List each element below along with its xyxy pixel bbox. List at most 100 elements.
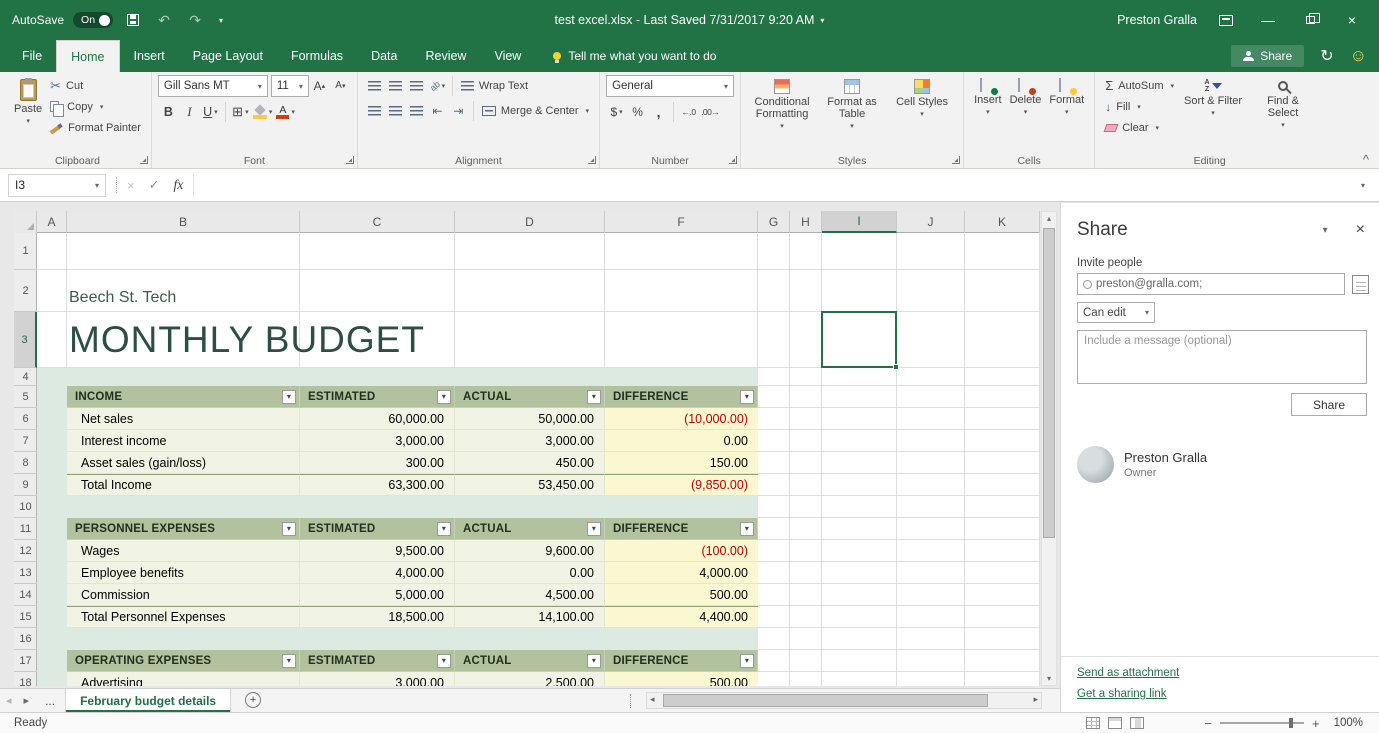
zoom-level-label[interactable]: 100%	[1334, 717, 1363, 729]
invite-email-input[interactable]: preston@gralla.com;	[1077, 273, 1345, 295]
row-header-18[interactable]: 18	[14, 672, 37, 686]
budget-actual-value[interactable]: 450.00	[455, 452, 605, 474]
align-bottom-button[interactable]	[406, 75, 427, 96]
share-submit-button[interactable]: Share	[1291, 393, 1367, 416]
row-header-10[interactable]: 10	[14, 496, 37, 518]
tell-me-box[interactable]: Tell me what you want to do	[553, 40, 716, 72]
table-header-cell[interactable]: ACTUAL▾	[455, 650, 605, 672]
cut-button[interactable]: ✂Cut	[46, 75, 145, 96]
align-top-button[interactable]	[364, 75, 385, 96]
filter-dropdown-button[interactable]: ▾	[587, 390, 601, 404]
budget-difference-value[interactable]: 0.00	[605, 430, 758, 452]
filter-dropdown-button[interactable]: ▾	[587, 522, 601, 536]
table-header-cell[interactable]: OPERATING EXPENSES▾	[67, 650, 300, 672]
row-header-13[interactable]: 13	[14, 562, 37, 584]
ribbon-tab-data[interactable]: Data	[357, 40, 411, 72]
budget-row-label[interactable]: Net sales	[67, 408, 300, 430]
column-header-K[interactable]: K	[965, 211, 1040, 233]
formula-input[interactable]	[193, 174, 1355, 197]
budget-row-label[interactable]: Total Personnel Expenses	[67, 606, 300, 628]
italic-button[interactable]: I	[179, 101, 200, 122]
row-header-3[interactable]: 3	[14, 312, 37, 368]
comma-style-button[interactable]: ,	[648, 101, 669, 122]
budget-row-label[interactable]: Interest income	[67, 430, 300, 452]
underline-button[interactable]: U▾	[200, 101, 221, 122]
save-button[interactable]	[122, 9, 144, 31]
budget-estimated-value[interactable]: 300.00	[300, 452, 455, 474]
budget-actual-value[interactable]: 0.00	[455, 562, 605, 584]
scroll-down-icon[interactable]: ▾	[1042, 674, 1056, 683]
address-book-button[interactable]	[1352, 275, 1369, 294]
filter-dropdown-button[interactable]: ▾	[740, 654, 754, 668]
column-header-D[interactable]: D	[455, 211, 605, 233]
row-header-9[interactable]: 9	[14, 474, 37, 496]
budget-estimated-value[interactable]: 9,500.00	[300, 540, 455, 562]
table-header-cell[interactable]: INCOME▾	[67, 386, 300, 408]
sheet-title[interactable]: MONTHLY BUDGET	[69, 312, 425, 368]
budget-difference-value[interactable]: (10,000.00)	[605, 408, 758, 430]
horizontal-scroll-thumb[interactable]	[663, 694, 988, 707]
budget-row-label[interactable]: Advertising	[67, 672, 300, 686]
table-header-cell[interactable]: ESTIMATED▾	[300, 518, 455, 540]
budget-estimated-value[interactable]: 3,000.00	[300, 672, 455, 686]
orientation-button[interactable]: ab▾	[427, 75, 448, 96]
message-input[interactable]: Include a message (optional)	[1077, 330, 1367, 384]
increase-font-size-button[interactable]: A▴	[309, 75, 330, 96]
row-header-17[interactable]: 17	[14, 650, 37, 672]
share-button[interactable]: Share	[1231, 45, 1304, 67]
autosum-button[interactable]: ΣAutoSum▾	[1101, 75, 1178, 96]
budget-estimated-value[interactable]: 18,500.00	[300, 606, 455, 628]
maximize-button[interactable]	[1297, 7, 1323, 33]
qat-customize-button[interactable]: ▾	[215, 9, 227, 31]
row-header-15[interactable]: 15	[14, 606, 37, 628]
new-sheet-button[interactable]: +	[245, 692, 261, 708]
grid-body[interactable]: Beech St. TechMONTHLY BUDGETINCOME▾ESTIM…	[14, 233, 1040, 686]
alignment-dialog-launcher[interactable]	[588, 156, 596, 164]
copy-button[interactable]: Copy▾	[46, 96, 145, 117]
sheet-tab-overflow[interactable]: ...	[35, 689, 65, 712]
decrease-indent-button[interactable]: ⇤	[427, 100, 448, 121]
redo-button[interactable]: ↷	[184, 9, 206, 31]
font-name-dropdown[interactable]: Gill Sans MT▾	[158, 75, 268, 97]
table-header-cell[interactable]: ESTIMATED▾	[300, 386, 455, 408]
fill-button[interactable]: ↓Fill▾	[1101, 96, 1178, 117]
feedback-smiley-button[interactable]: ☺	[1350, 46, 1367, 66]
align-middle-button[interactable]	[385, 75, 406, 96]
cell-styles-button[interactable]: Cell Styles ▾	[887, 75, 957, 118]
budget-row-label[interactable]: Total Income	[67, 474, 300, 496]
minimize-button[interactable]: —	[1255, 7, 1281, 33]
sheet-tab-february-budget-details[interactable]: February budget details	[65, 689, 231, 712]
filter-dropdown-button[interactable]: ▾	[740, 390, 754, 404]
budget-difference-value[interactable]: 500.00	[605, 672, 758, 686]
filter-dropdown-button[interactable]: ▾	[437, 390, 451, 404]
column-header-F[interactable]: F	[605, 211, 758, 233]
scroll-up-icon[interactable]: ▴	[1042, 214, 1056, 223]
ribbon-tab-insert[interactable]: Insert	[120, 40, 179, 72]
formula-bar-expand-icon[interactable]: ▾	[1361, 181, 1365, 190]
filter-dropdown-button[interactable]: ▾	[282, 654, 296, 668]
horizontal-scrollbar[interactable]: ◂ ▸	[646, 692, 1042, 709]
insert-cells-button[interactable]: Insert ▾	[970, 75, 1006, 116]
conditional-formatting-button[interactable]: Conditional Formatting ▾	[747, 75, 817, 130]
row-header-2[interactable]: 2	[14, 270, 37, 312]
row-header-1[interactable]: 1	[14, 233, 37, 270]
table-header-cell[interactable]: DIFFERENCE▾	[605, 386, 758, 408]
number-format-dropdown[interactable]: General▾	[606, 75, 734, 97]
zoom-in-button[interactable]: +	[1312, 716, 1320, 731]
sort-filter-button[interactable]: AZ Sort & Filter ▾	[1178, 75, 1248, 117]
increase-decimal-button[interactable]: ←.0	[678, 101, 699, 122]
cancel-entry-button[interactable]: ×	[127, 178, 135, 193]
row-header-6[interactable]: 6	[14, 408, 37, 430]
align-center-button[interactable]	[385, 100, 406, 121]
send-as-attachment-link[interactable]: Send as attachment	[1077, 667, 1363, 679]
number-dialog-launcher[interactable]	[729, 156, 737, 164]
table-header-cell[interactable]: DIFFERENCE▾	[605, 650, 758, 672]
zoom-slider-thumb[interactable]	[1289, 718, 1293, 728]
budget-actual-value[interactable]: 50,000.00	[455, 408, 605, 430]
scroll-right-icon[interactable]: ▸	[1033, 694, 1038, 705]
row-header-11[interactable]: 11	[14, 518, 37, 540]
clear-button[interactable]: Clear▾	[1101, 117, 1178, 138]
ribbon-tab-page-layout[interactable]: Page Layout	[179, 40, 277, 72]
insert-function-button[interactable]: fx	[174, 177, 184, 193]
ribbon-tab-review[interactable]: Review	[411, 40, 480, 72]
